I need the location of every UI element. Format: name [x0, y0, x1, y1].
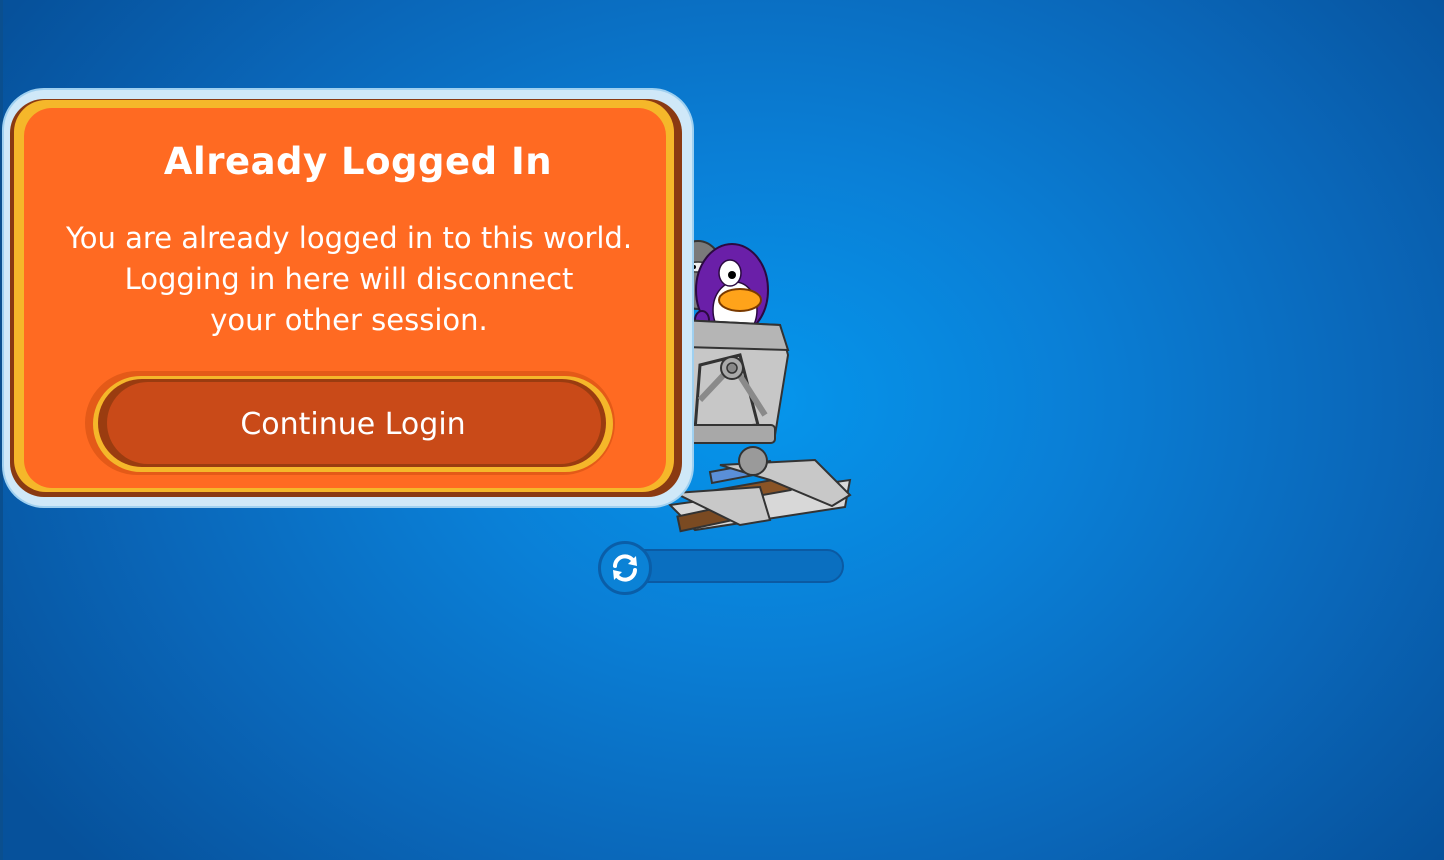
- window-edge: [0, 0, 3, 860]
- dialog-message: You are already logged in to this world.…: [64, 218, 634, 343]
- dialog-message-line: your other session.: [210, 303, 488, 337]
- refresh-icon: [598, 541, 652, 595]
- loading-track: [622, 549, 844, 583]
- game-background: Already Logged In You are already logged…: [0, 0, 1444, 860]
- loading-bar: [598, 541, 848, 595]
- dialog-message-line: Logging in here will disconnect: [124, 262, 574, 296]
- dialog-title: Already Logged In: [163, 140, 553, 183]
- dialog-message-line: You are already logged in to this world.: [65, 221, 633, 255]
- continue-login-button[interactable]: Continue Login: [93, 376, 613, 472]
- continue-login-label: Continue Login: [240, 406, 466, 442]
